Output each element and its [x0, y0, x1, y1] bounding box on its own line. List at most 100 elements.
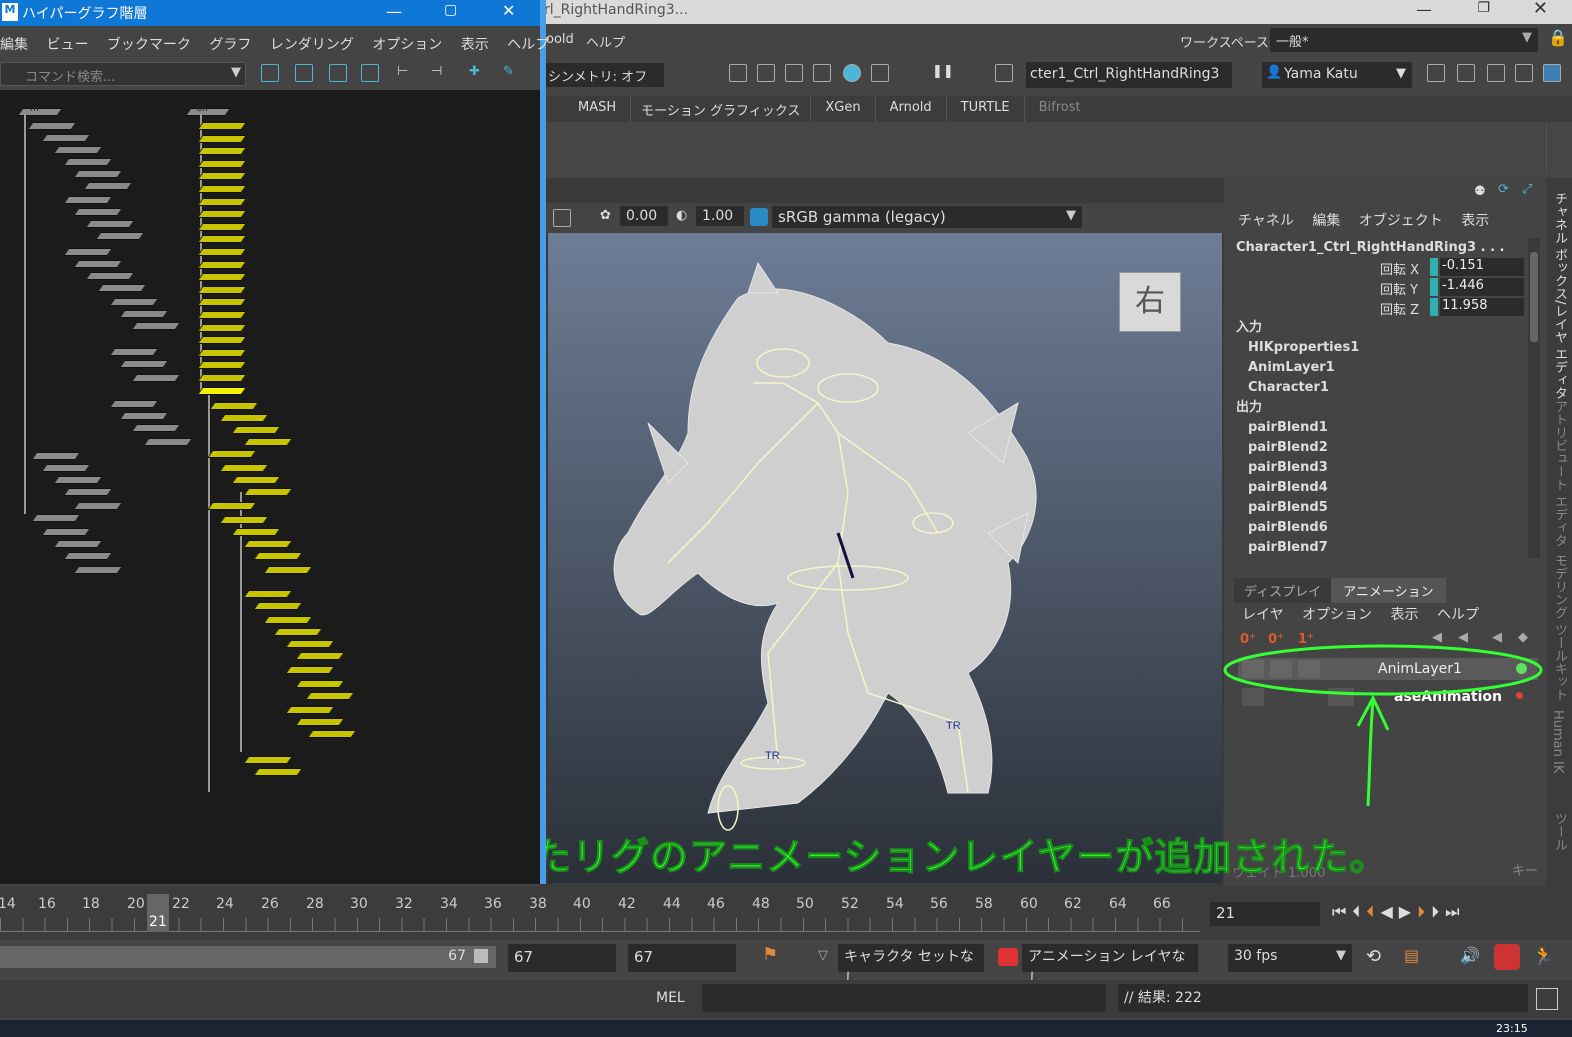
- graph-node[interactable]: [285, 706, 335, 714]
- menu-show[interactable]: 表示: [461, 34, 489, 54]
- shelf-scrollbar[interactable]: [1546, 124, 1562, 172]
- rotate-z-field[interactable]: 11.958: [1440, 298, 1524, 316]
- graph-node[interactable]: [83, 182, 133, 190]
- graph-node[interactable]: [31, 452, 81, 460]
- hypershade-icon[interactable]: [843, 64, 861, 82]
- go-to-end-icon[interactable]: ⏭: [1445, 902, 1465, 921]
- 3d-viewport[interactable]: 右 TR TR: [548, 233, 1222, 883]
- lock-icon[interactable]: 🔒: [1548, 28, 1568, 47]
- graph-node[interactable]: [219, 414, 269, 422]
- object-name-field[interactable]: cter1_Ctrl_RightHandRing3: [1026, 62, 1232, 88]
- step-forward-icon[interactable]: ⏵: [1431, 902, 1445, 921]
- output-node[interactable]: pairBlend3: [1228, 458, 1524, 478]
- graph-node[interactable]: [197, 134, 247, 143]
- graph-node[interactable]: [197, 222, 247, 231]
- graph-node[interactable]: [197, 285, 247, 294]
- graph-node[interactable]: [253, 602, 303, 610]
- graph-node[interactable]: [27, 122, 77, 130]
- playback-end-field[interactable]: 67: [628, 944, 736, 972]
- menu-bookmarks[interactable]: ブックマーク: [107, 34, 191, 54]
- loop-icon[interactable]: ⟲: [1366, 946, 1381, 967]
- graph-node[interactable]: [263, 616, 313, 624]
- side-tab-channel-box[interactable]: チャネル ボックス/レイヤ エディタ: [1550, 192, 1569, 400]
- graph-node[interactable]: [243, 756, 293, 764]
- current-frame-field[interactable]: 21: [1210, 902, 1320, 926]
- menu-options[interactable]: オプション: [1302, 604, 1372, 624]
- graph-node[interactable]: [243, 438, 293, 446]
- graph-node[interactable]: [63, 196, 113, 204]
- go-to-start-icon[interactable]: ⏮: [1332, 902, 1352, 921]
- animation-prefs-icon[interactable]: 🏃: [1532, 946, 1554, 967]
- menu-show[interactable]: 表示: [1391, 604, 1419, 624]
- shelf-tab-motion-graphics[interactable]: モーション グラフィックス: [631, 96, 812, 123]
- graph-node[interactable]: [305, 692, 355, 700]
- rotate-x-field[interactable]: -0.151: [1440, 258, 1524, 276]
- side-tab-attribute-editor[interactable]: アトリビュート エディタ: [1550, 400, 1569, 547]
- character-set-field[interactable]: キャラクタ セットなし: [838, 944, 984, 987]
- time-slider[interactable]: 14 16 18 20 22 24 26 28 30 32 34 36 38 4…: [0, 886, 1572, 940]
- graph-node[interactable]: [197, 298, 247, 307]
- next-key-icon[interactable]: ⏵: [1417, 902, 1431, 921]
- graph-node[interactable]: [73, 170, 123, 178]
- graph-node[interactable]: [231, 426, 281, 434]
- graph-node[interactable]: [85, 272, 135, 280]
- graph-node[interactable]: [53, 146, 103, 154]
- graph-node[interactable]: [197, 159, 247, 168]
- hypergraph-graph-area[interactable]: m··· Ch···: [0, 92, 540, 882]
- graph-node[interactable]: [73, 502, 123, 510]
- sound-icon[interactable]: 🔊: [1460, 946, 1480, 965]
- tool-settings-icon[interactable]: [1515, 64, 1533, 82]
- graph-node[interactable]: [285, 666, 335, 674]
- minimize-button[interactable]: —: [1416, 0, 1432, 19]
- graph-node[interactable]: [41, 464, 91, 472]
- graph-down-icon[interactable]: ⊣: [431, 64, 449, 82]
- graph-node[interactable]: [197, 336, 247, 345]
- graph-node[interactable]: [63, 552, 113, 560]
- menu-help[interactable]: ヘルプ: [507, 34, 549, 54]
- shelf-tab-arnold[interactable]: Arnold: [876, 96, 947, 123]
- graph-node[interactable]: [295, 680, 345, 688]
- rotate-y-field[interactable]: -1.446: [1440, 278, 1524, 296]
- graph-node[interactable]: [63, 158, 113, 166]
- scene-hierarchy-icon[interactable]: [261, 64, 279, 82]
- auto-key-icon[interactable]: [1494, 944, 1520, 970]
- range-slider[interactable]: 67: [0, 946, 496, 968]
- attr-row[interactable]: 回転 X -0.151: [1358, 258, 1528, 278]
- menu-layers[interactable]: レイヤ: [1242, 604, 1284, 624]
- close-button[interactable]: ✕: [1533, 0, 1548, 19]
- graph-node[interactable]: [197, 172, 247, 181]
- graph-node[interactable]: [119, 360, 169, 368]
- graph-node[interactable]: [131, 424, 181, 432]
- input-node[interactable]: AnimLayer1: [1228, 358, 1524, 378]
- menu-graph[interactable]: グラフ: [209, 34, 251, 54]
- menu-edit[interactable]: 編集: [1312, 210, 1340, 230]
- anim-end-field[interactable]: 67: [508, 944, 616, 972]
- character-model[interactable]: TR TR: [548, 233, 1222, 883]
- graph-node[interactable]: [197, 311, 247, 319]
- graph-node[interactable]: [85, 220, 135, 228]
- graph-node[interactable]: [53, 476, 103, 484]
- menu-edit[interactable]: 編集: [0, 34, 28, 54]
- output-node[interactable]: pairBlend7: [1228, 538, 1524, 558]
- render-icon[interactable]: [729, 64, 747, 82]
- render-settings-icon[interactable]: [813, 64, 831, 82]
- channel-scrollbar[interactable]: [1528, 238, 1540, 558]
- hik-icon[interactable]: ⚉: [1474, 184, 1486, 199]
- graph-node[interactable]: [253, 552, 303, 560]
- graph-node[interactable]: [73, 260, 123, 268]
- bookmark-add-icon[interactable]: ✚: [469, 64, 487, 82]
- gamma-field[interactable]: 1.00: [696, 206, 744, 226]
- menu-rendering[interactable]: レンダリング: [270, 34, 354, 54]
- side-tab-tools[interactable]: ツール: [1550, 812, 1569, 851]
- input-line-icon[interactable]: [995, 64, 1013, 82]
- graph-node[interactable]: [73, 566, 123, 574]
- frame-all-icon[interactable]: [329, 64, 347, 82]
- modeling-toolkit-icon[interactable]: [1427, 64, 1445, 82]
- prev-key-icon[interactable]: ⏴: [1366, 902, 1380, 921]
- exposure-field[interactable]: 0.00: [620, 206, 668, 226]
- play-back-icon[interactable]: ◀: [1380, 902, 1398, 921]
- menu-item-help[interactable]: ヘルプ: [586, 32, 625, 51]
- restore-button[interactable]: ❐: [1477, 0, 1490, 16]
- character-set-icon[interactable]: ▽: [818, 948, 828, 963]
- graph-node[interactable]: [63, 248, 113, 256]
